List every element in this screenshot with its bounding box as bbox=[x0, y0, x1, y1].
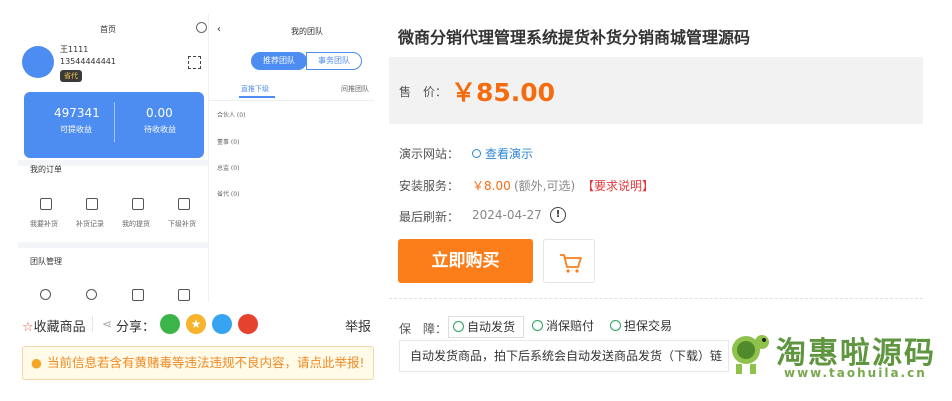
watermark-url: www.taohuila.cn bbox=[784, 366, 927, 380]
stat-label-0: 可提收益 bbox=[60, 125, 92, 134]
stat-label-1: 待收收益 bbox=[144, 125, 176, 134]
guarantee-text-0: 自动发货 bbox=[467, 320, 516, 334]
wechat-share-icon[interactable] bbox=[160, 314, 180, 334]
app-home-screenshot: 首页 王1111 13544444441 省代 497341 可提收益 0.00… bbox=[18, 14, 208, 302]
notice-text: 当前信息若含有黄赌毒等违法违规不良内容，请点此举报! bbox=[47, 355, 365, 370]
team-icon-2 bbox=[132, 289, 144, 301]
turtle-logo-icon bbox=[732, 335, 769, 374]
guarantee-tag-2[interactable]: 担保交易 bbox=[610, 316, 672, 338]
refresh-date: 2024-04-27 bbox=[472, 208, 542, 222]
team-row-3: 省代 (0) bbox=[217, 191, 240, 198]
site-watermark: 淘惠啦源码 www.taohuila.cn bbox=[722, 322, 952, 401]
app-team-screenshot: ‹ 我的团队 推荐团队 事务团队 直推下级 间推团队 合伙人 (0) 董事 (0… bbox=[208, 14, 374, 302]
lightbulb-icon: ● bbox=[31, 355, 42, 370]
check-icon bbox=[532, 320, 543, 331]
qzone-share-icon[interactable]: ★ bbox=[186, 314, 206, 334]
tab-0: 直推下级 bbox=[241, 85, 269, 93]
check-icon bbox=[610, 320, 621, 331]
mock-home-title: 首页 bbox=[100, 25, 116, 34]
share-label: 分享： bbox=[116, 320, 156, 335]
product-title: 微商分销代理管理系统提货补货分销商城管理源码 bbox=[398, 28, 751, 47]
message-icon bbox=[196, 22, 207, 33]
orders-title: 我的订单 bbox=[30, 165, 62, 174]
user-level-badge: 省代 bbox=[60, 70, 82, 82]
section-gap-2 bbox=[18, 242, 208, 248]
order-icon-0 bbox=[40, 198, 52, 210]
action-divider bbox=[92, 316, 93, 332]
order-item-1: 补货记录 bbox=[76, 220, 104, 228]
avatar bbox=[22, 46, 54, 78]
report-notice[interactable]: ● 当前信息若含有黄赌毒等违法违规不良内容，请点此举报! bbox=[22, 346, 374, 380]
cart-icon bbox=[560, 254, 582, 273]
team-row-2: 总监 (0) bbox=[217, 165, 240, 172]
stat-value-1: 0.00 bbox=[146, 106, 173, 120]
install-note: (额外,可选) bbox=[514, 179, 576, 193]
team-row-0: 合伙人 (0) bbox=[217, 112, 246, 119]
guarantee-label: 保 障： bbox=[399, 322, 448, 336]
install-requirements-link[interactable]: 【要求说明】 bbox=[582, 177, 654, 194]
refresh-label: 最后刷新： bbox=[399, 210, 460, 224]
order-icon-1 bbox=[86, 198, 98, 210]
user-name: 王1111 bbox=[60, 45, 89, 54]
demo-label: 演示网站： bbox=[399, 147, 460, 161]
team-icon-3 bbox=[178, 289, 190, 301]
team-icon-0 bbox=[40, 289, 51, 300]
weibo-share-icon[interactable] bbox=[238, 314, 258, 334]
buy-now-button[interactable]: 立即购买 bbox=[398, 239, 533, 283]
favorite-button[interactable]: ☆收藏商品 bbox=[22, 316, 86, 335]
tab-1: 间推团队 bbox=[341, 85, 369, 93]
earnings-card: 497341 可提收益 0.00 待收收益 bbox=[24, 92, 204, 158]
qq-share-icon[interactable] bbox=[212, 314, 232, 334]
team-title: 团队管理 bbox=[30, 257, 62, 266]
guarantee-text-1: 消保赔付 bbox=[546, 319, 595, 333]
segment-0: 推荐团队 bbox=[251, 52, 307, 70]
user-phone: 13544444441 bbox=[60, 57, 116, 66]
demo-link-label: 查看演示 bbox=[485, 147, 534, 161]
install-price: ￥8.00 bbox=[472, 179, 511, 193]
guarantee-tag-0[interactable]: 自动发货 bbox=[448, 316, 524, 338]
demo-link[interactable]: 查看演示 bbox=[472, 145, 533, 162]
back-icon: ‹ bbox=[217, 24, 221, 35]
team-icon-1 bbox=[86, 289, 97, 300]
share-icon: ⋖ bbox=[102, 317, 113, 331]
mock-team-title: 我的团队 bbox=[291, 27, 323, 36]
tab-underline bbox=[239, 96, 275, 98]
product-price: ￥85.00 bbox=[451, 78, 556, 107]
price-box: 售 价： ￥85.00 bbox=[389, 57, 923, 124]
qrcode-icon bbox=[188, 56, 201, 69]
order-item-2: 我的提货 bbox=[122, 220, 150, 228]
search-icon bbox=[472, 149, 481, 158]
order-icon-3 bbox=[178, 198, 190, 210]
section-divider bbox=[389, 298, 923, 299]
add-to-cart-button[interactable] bbox=[543, 239, 595, 283]
guarantee-tag-1[interactable]: 消保赔付 bbox=[532, 316, 594, 338]
favorite-label: 收藏商品 bbox=[33, 320, 86, 335]
install-label: 安装服务： bbox=[399, 179, 460, 193]
stat-value-0: 497341 bbox=[54, 106, 100, 120]
star-outline-icon: ☆ bbox=[22, 320, 34, 335]
tab-divider bbox=[209, 100, 374, 101]
team-row-1: 董事 (0) bbox=[217, 139, 240, 146]
guarantee-description: 自动发货商品，拍下后系统会自动发送商品发货（下载）链 bbox=[399, 340, 729, 372]
order-item-0: 我要补货 bbox=[30, 220, 58, 228]
stat-divider bbox=[114, 102, 115, 142]
segment-1: 事务团队 bbox=[306, 52, 362, 70]
info-icon[interactable]: ! bbox=[550, 207, 566, 223]
order-icon-2 bbox=[132, 198, 144, 210]
order-item-3: 下级补货 bbox=[168, 220, 196, 228]
guarantee-text-2: 担保交易 bbox=[624, 319, 673, 333]
price-label: 售 价： bbox=[399, 85, 448, 99]
report-link[interactable]: 举报 bbox=[345, 316, 371, 335]
check-icon bbox=[453, 321, 464, 332]
